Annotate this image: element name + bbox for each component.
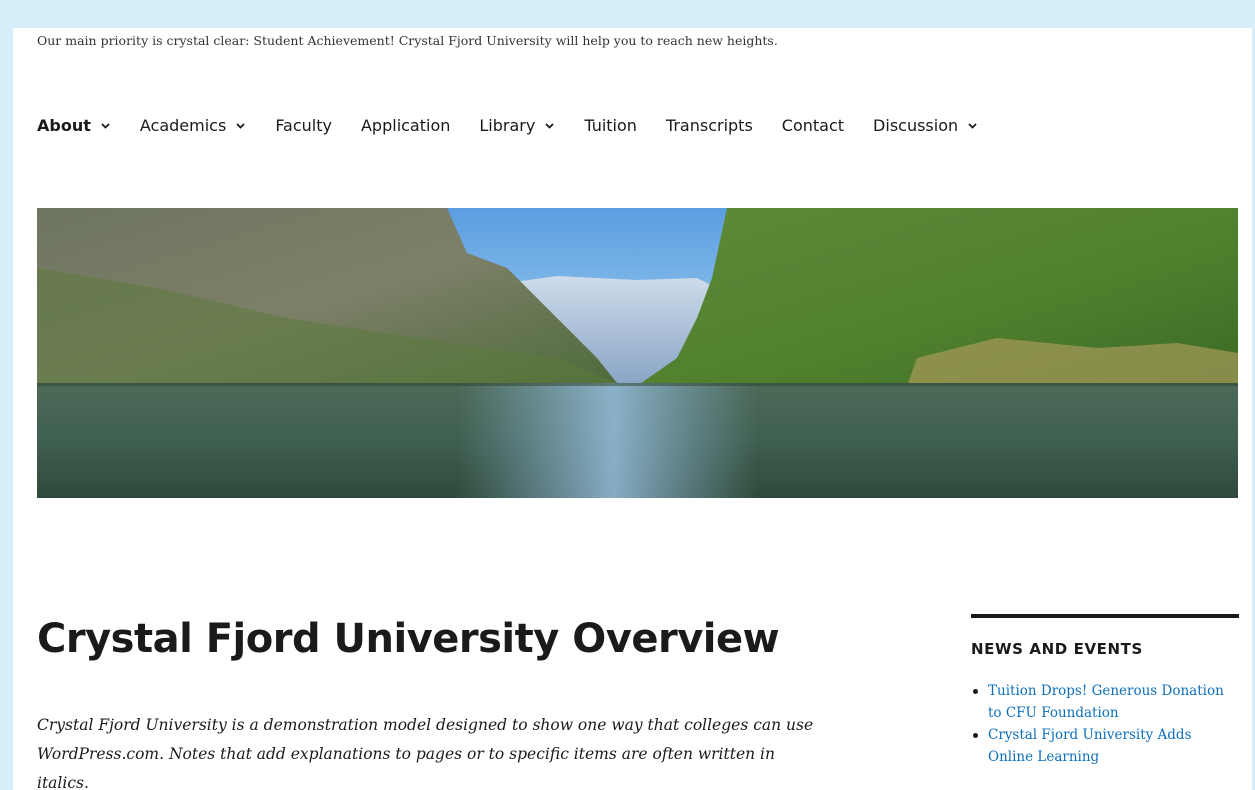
nav-item-tuition[interactable]: Tuition xyxy=(584,116,637,135)
nav-label: Academics xyxy=(139,116,227,135)
nav-label: Discussion xyxy=(873,116,959,135)
page: Our main priority is crystal clear: Stud… xyxy=(13,28,1252,790)
nav-item-faculty[interactable]: Faculty xyxy=(275,116,332,135)
list-item: Crystal Fjord University Adds Online Lea… xyxy=(971,724,1239,768)
nav-label: Faculty xyxy=(275,116,332,135)
news-list: Tuition Drops! Generous Donation to CFU … xyxy=(971,680,1239,768)
nav-item-application[interactable]: Application xyxy=(361,116,450,135)
main-nav: About Academics Faculty Application Libr… xyxy=(37,116,1007,135)
nav-item-library[interactable]: Library xyxy=(479,116,555,135)
nav-item-academics[interactable]: Academics xyxy=(140,116,246,135)
sidebar-heading: NEWS AND EVENTS xyxy=(971,640,1143,658)
nav-label: Application xyxy=(360,116,451,135)
nav-label: Transcripts xyxy=(665,116,753,135)
nav-item-discussion[interactable]: Discussion xyxy=(873,116,978,135)
fjord-landscape-image xyxy=(37,208,1238,498)
nav-label: Tuition xyxy=(584,116,637,135)
sidebar: NEWS AND EVENTS Tuition Drops! Generous … xyxy=(971,614,1239,768)
nav-item-about[interactable]: About xyxy=(37,116,111,135)
chevron-down-icon xyxy=(236,122,245,129)
news-link[interactable]: Crystal Fjord University Adds Online Lea… xyxy=(988,727,1192,765)
chevron-down-icon xyxy=(968,122,977,129)
nav-item-contact[interactable]: Contact xyxy=(782,116,844,135)
nav-label: Library xyxy=(479,116,536,135)
nav-item-transcripts[interactable]: Transcripts xyxy=(666,116,753,135)
chevron-down-icon xyxy=(545,122,554,129)
sidebar-divider xyxy=(971,614,1239,618)
list-item: Tuition Drops! Generous Donation to CFU … xyxy=(971,680,1239,724)
nav-label: Contact xyxy=(781,116,845,135)
site-tagline: Our main priority is crystal clear: Stud… xyxy=(37,33,778,48)
page-title: Crystal Fjord University Overview xyxy=(37,616,780,662)
news-link[interactable]: Tuition Drops! Generous Donation to CFU … xyxy=(988,683,1224,721)
intro-paragraph: Crystal Fjord University is a demonstrat… xyxy=(37,716,814,790)
nav-label: About xyxy=(37,116,91,135)
chevron-down-icon xyxy=(101,122,110,129)
header-banner-image xyxy=(37,208,1238,498)
